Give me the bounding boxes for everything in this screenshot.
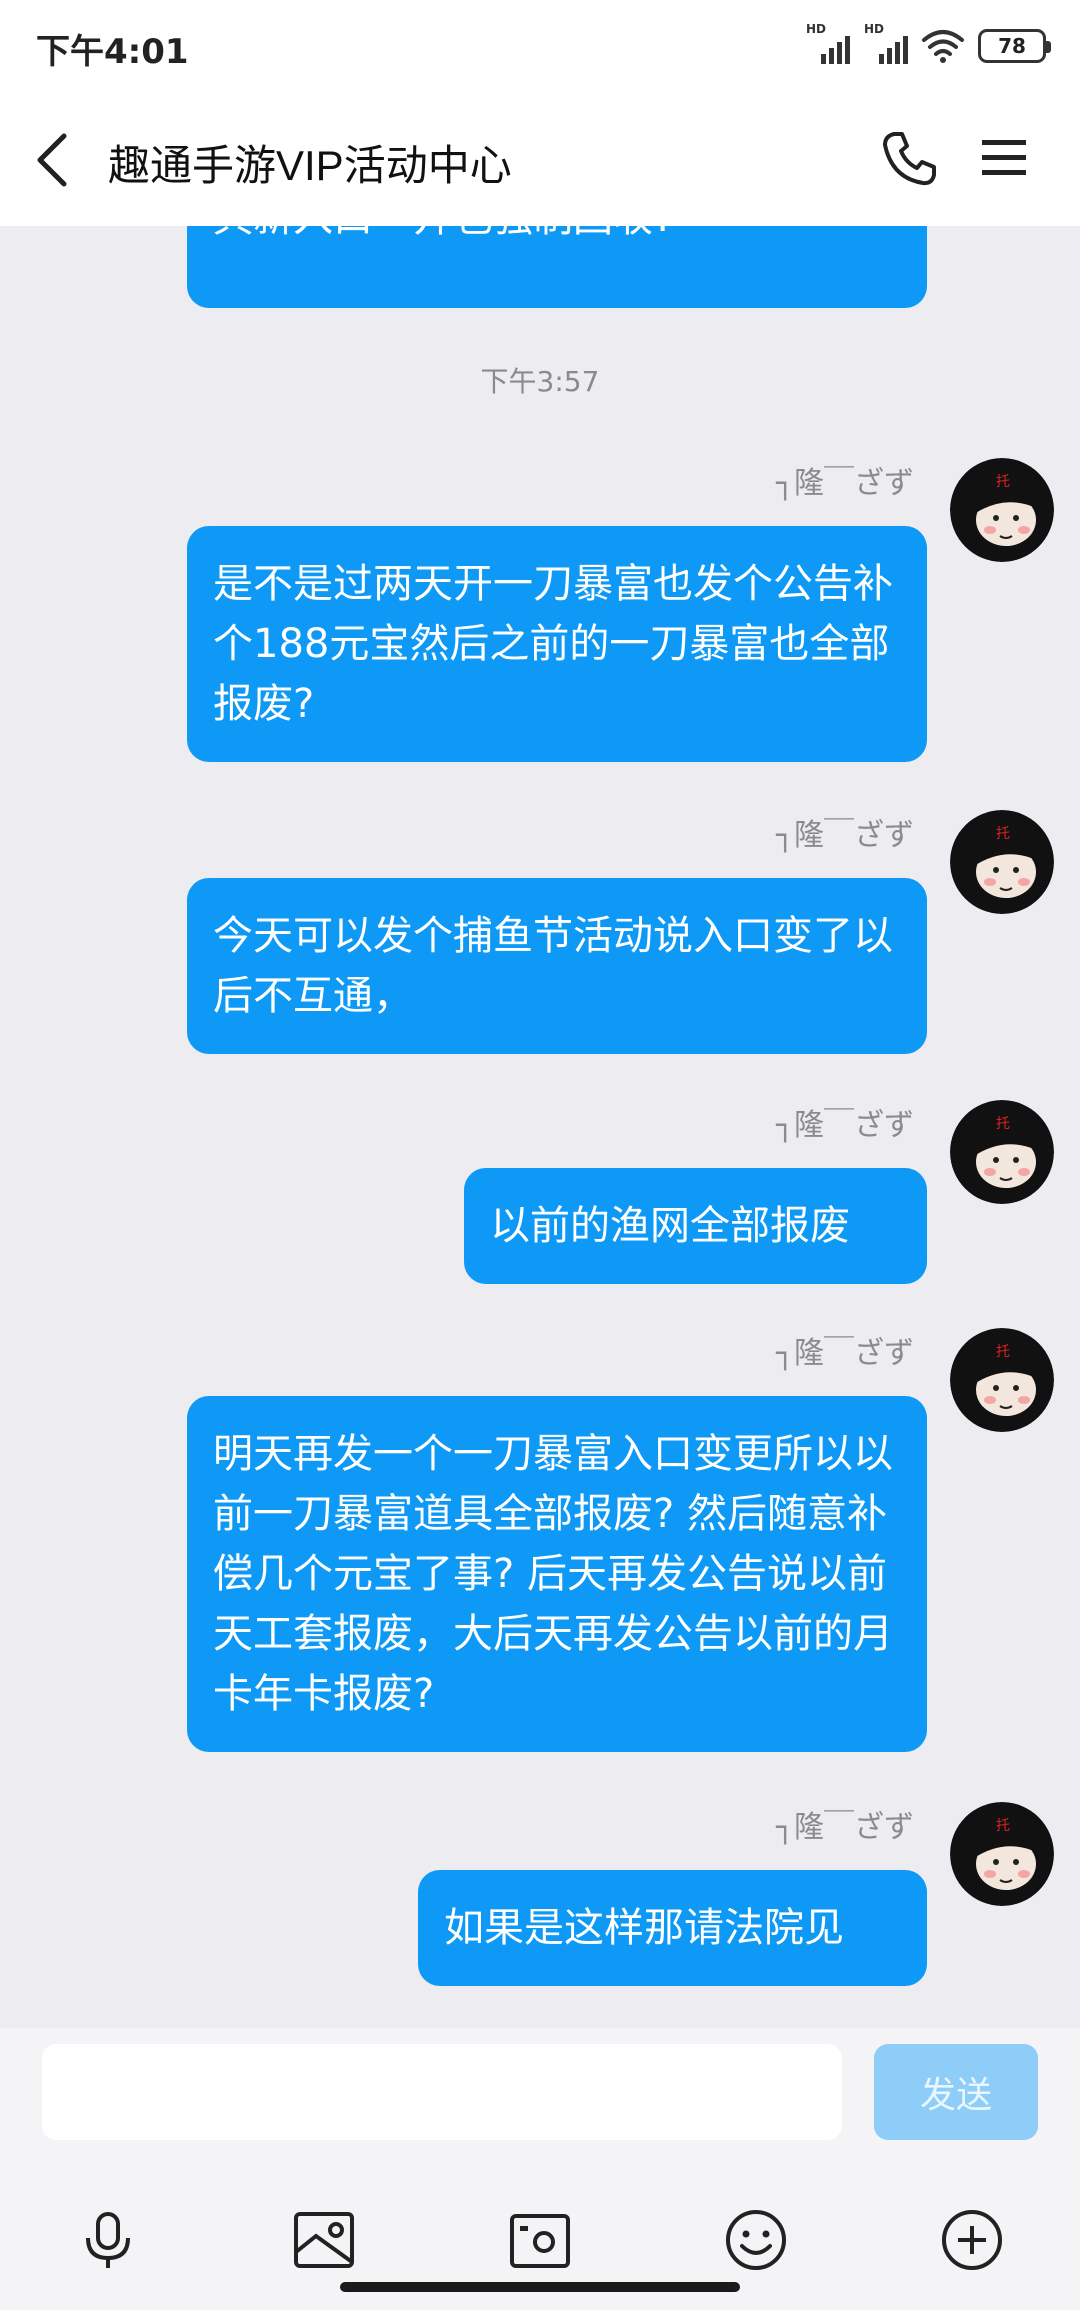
message-bubble[interactable]: 如果是这样那请法院见	[418, 1870, 927, 1986]
avatar-face-icon: 托	[950, 810, 1054, 914]
chat-header: 趣通手游VIP活动中心	[0, 92, 1080, 226]
message-text: 是不是过两天开一刀暴富也发个公告补个188元宝然后之前的一刀暴富也全部报废?	[213, 561, 893, 727]
sender-name: ┐隆￣ざず	[775, 466, 914, 501]
avatar[interactable]: 托	[950, 1802, 1054, 1906]
plus-circle-icon[interactable]	[940, 2208, 1004, 2272]
avatar-face-icon: 托	[950, 1100, 1054, 1204]
message-bubble[interactable]: 是不是过两天开一刀暴富也发个公告补个188元宝然后之前的一刀暴富也全部报废?	[187, 526, 927, 762]
emoji-icon[interactable]	[724, 2208, 788, 2272]
microphone-icon[interactable]	[76, 2208, 140, 2272]
signal-icon: HD	[806, 22, 850, 66]
signal-icon: HD	[864, 22, 908, 66]
input-bar: 发送	[0, 2028, 1080, 2310]
send-button[interactable]: 发送	[874, 2044, 1038, 2140]
sender-name: ┐隆￣ざず	[775, 1108, 914, 1143]
avatar-face-icon: 托	[950, 458, 1054, 562]
svg-text:托: 托	[996, 474, 1010, 490]
signal-hd-label: HD	[806, 22, 827, 36]
message-bubble[interactable]: 具新入口一开也强制回收?	[187, 226, 927, 308]
home-indicator[interactable]	[340, 2282, 740, 2292]
chat-title: 趣通手游VIP活动中心	[108, 142, 512, 189]
status-time: 下午4:01	[36, 32, 189, 72]
avatar[interactable]: 托	[950, 810, 1054, 914]
menu-icon[interactable]	[980, 136, 1028, 180]
message-text: 如果是这样那请法院见	[444, 1905, 844, 1951]
phone-icon[interactable]	[880, 128, 940, 188]
message-bubble[interactable]: 今天可以发个捕鱼节活动说入口变了以后不互通，	[187, 878, 927, 1054]
message-input[interactable]	[42, 2044, 842, 2140]
image-icon[interactable]	[292, 2208, 356, 2272]
battery-level: 78	[998, 34, 1026, 58]
chat-area[interactable]: 具新入口一开也强制回收? 下午3:57 ┐隆￣ざず 托 是不是过两天开一刀暴富也…	[0, 226, 1080, 2028]
message-text: 以前的渔网全部报废	[490, 1203, 850, 1249]
avatar[interactable]: 托	[950, 1100, 1054, 1204]
svg-text:托: 托	[996, 1344, 1010, 1360]
avatar-face-icon: 托	[950, 1802, 1054, 1906]
message-bubble[interactable]: 以前的渔网全部报废	[464, 1168, 927, 1284]
status-bar: 下午4:01 HD HD 78	[0, 0, 1080, 92]
sender-name: ┐隆￣ざず	[775, 1336, 914, 1371]
message-text: 今天可以发个捕鱼节活动说入口变了以后不互通，	[213, 913, 893, 1019]
message-text: 具新入口一开也强制回收?	[213, 226, 674, 248]
status-icons: HD HD 78	[806, 22, 1051, 68]
battery-icon: 78	[978, 29, 1051, 63]
wifi-icon	[922, 30, 964, 63]
message-bubble[interactable]: 明天再发一个一刀暴富入口变更所以以前一刀暴富道具全部报废? 然后随意补偿几个元宝…	[187, 1396, 927, 1752]
svg-text:托: 托	[996, 826, 1010, 842]
sender-name: ┐隆￣ざず	[775, 1810, 914, 1845]
avatar[interactable]: 托	[950, 458, 1054, 562]
avatar[interactable]: 托	[950, 1328, 1054, 1432]
sender-name: ┐隆￣ざず	[775, 818, 914, 853]
signal-hd-label: HD	[864, 22, 885, 36]
message-text: 明天再发一个一刀暴富入口变更所以以前一刀暴富道具全部报废? 然后随意补偿几个元宝…	[213, 1431, 893, 1717]
timestamp: 下午3:57	[480, 365, 600, 398]
avatar-face-icon: 托	[950, 1328, 1054, 1432]
camera-icon[interactable]	[508, 2208, 572, 2272]
chevron-left-icon[interactable]	[30, 130, 74, 190]
svg-text:托: 托	[996, 1818, 1010, 1834]
svg-text:托: 托	[996, 1116, 1010, 1132]
